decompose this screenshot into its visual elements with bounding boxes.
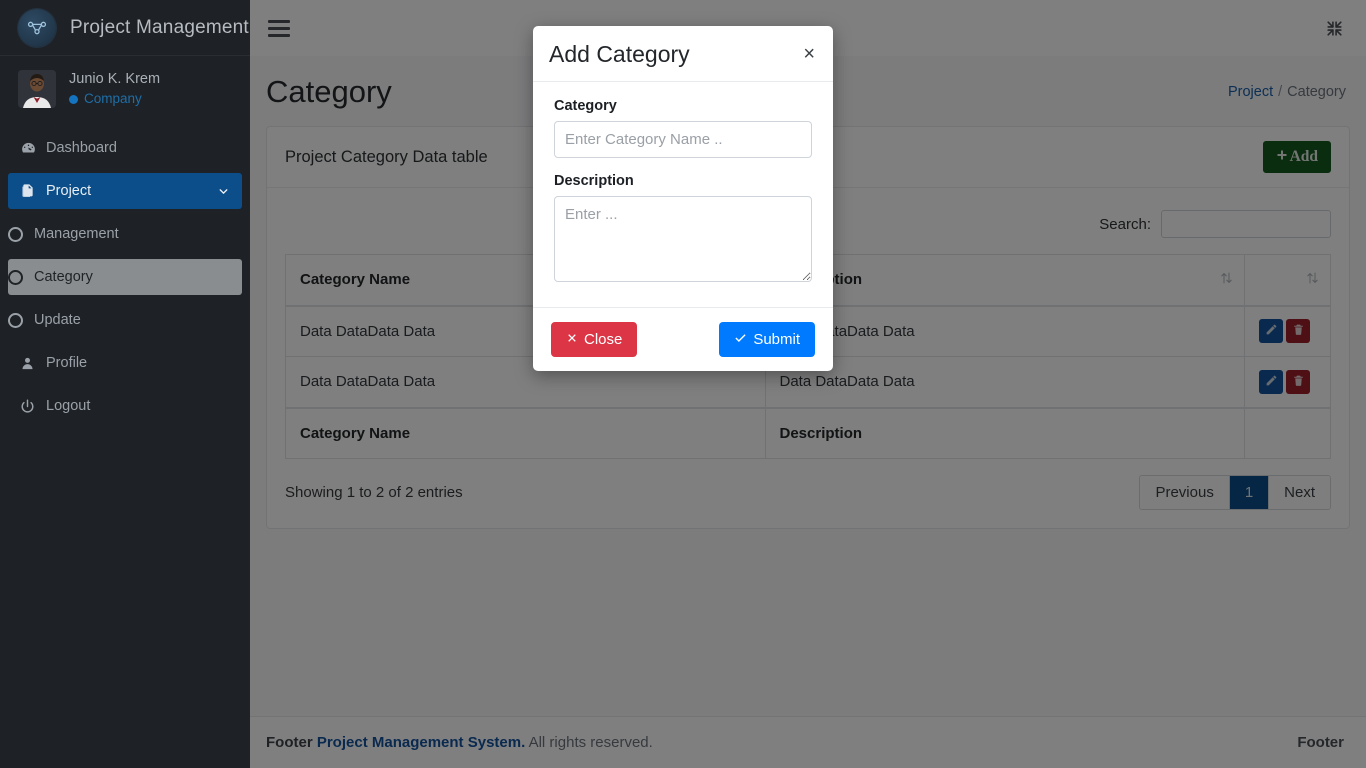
modal-body: Category Description bbox=[533, 82, 833, 307]
category-field-label: Category bbox=[554, 98, 617, 115]
modal-footer: Close Submit bbox=[533, 307, 833, 371]
status-dot-icon bbox=[69, 95, 78, 105]
sidebar: Project Management Junio K. Krem Company… bbox=[0, 0, 250, 768]
circle-icon bbox=[8, 312, 34, 328]
circle-icon bbox=[8, 269, 34, 285]
field-group-description: Description bbox=[554, 173, 812, 287]
sidebar-item-label: Profile bbox=[46, 355, 88, 371]
modal-title: Add Category bbox=[549, 41, 690, 67]
brand-title: Project Management bbox=[70, 16, 249, 38]
description-field-label: Description bbox=[554, 173, 634, 190]
close-button[interactable]: Close bbox=[551, 322, 638, 358]
sidebar-item-label: Management bbox=[34, 226, 119, 242]
speedometer-icon bbox=[20, 140, 46, 157]
sidebar-item-profile[interactable]: Profile bbox=[8, 345, 242, 381]
modal-header: Add Category × bbox=[533, 26, 833, 83]
sidebar-item-management[interactable]: Management bbox=[8, 216, 242, 252]
sidebar-item-label: Project bbox=[46, 183, 92, 199]
chevron-down-icon bbox=[217, 185, 230, 198]
sidebar-item-category[interactable]: Category bbox=[8, 259, 242, 295]
profile-block[interactable]: Junio K. Krem Company bbox=[0, 56, 250, 122]
submit-button-label: Submit bbox=[753, 331, 800, 349]
profile-role-label: Company bbox=[84, 91, 142, 107]
sidebar-item-label: Update bbox=[34, 312, 81, 328]
submit-button[interactable]: Submit bbox=[719, 322, 815, 358]
avatar bbox=[18, 70, 56, 108]
category-name-input[interactable] bbox=[554, 121, 812, 159]
description-textarea[interactable] bbox=[554, 196, 812, 283]
sidebar-item-label: Dashboard bbox=[46, 140, 117, 156]
profile-role: Company bbox=[69, 91, 160, 108]
network-nodes-icon bbox=[18, 8, 56, 47]
sidebar-item-update[interactable]: Update bbox=[8, 302, 242, 338]
check-icon bbox=[734, 331, 747, 348]
person-icon bbox=[20, 356, 46, 371]
field-group-category: Category bbox=[554, 98, 812, 159]
close-button-label: Close bbox=[584, 331, 623, 349]
sidebar-item-logout[interactable]: Logout bbox=[8, 388, 242, 424]
times-mark-icon bbox=[566, 331, 578, 348]
file-copy-icon bbox=[20, 183, 46, 199]
circle-icon bbox=[8, 226, 34, 242]
sidebar-item-label: Category bbox=[34, 269, 93, 285]
app-root: Project Management Junio K. Krem Company… bbox=[0, 0, 1366, 768]
modal-close-icon[interactable]: × bbox=[801, 42, 817, 64]
sidebar-item-project[interactable]: Project bbox=[8, 173, 242, 209]
brand[interactable]: Project Management bbox=[0, 0, 250, 56]
profile-name: Junio K. Krem bbox=[69, 71, 161, 87]
power-icon bbox=[20, 399, 46, 414]
add-category-modal: Add Category × Category Description Clos… bbox=[533, 26, 833, 372]
sidebar-nav: Dashboard Project Management Category Up… bbox=[0, 130, 250, 424]
sidebar-item-label: Logout bbox=[46, 398, 91, 414]
sidebar-item-dashboard[interactable]: Dashboard bbox=[8, 130, 242, 166]
